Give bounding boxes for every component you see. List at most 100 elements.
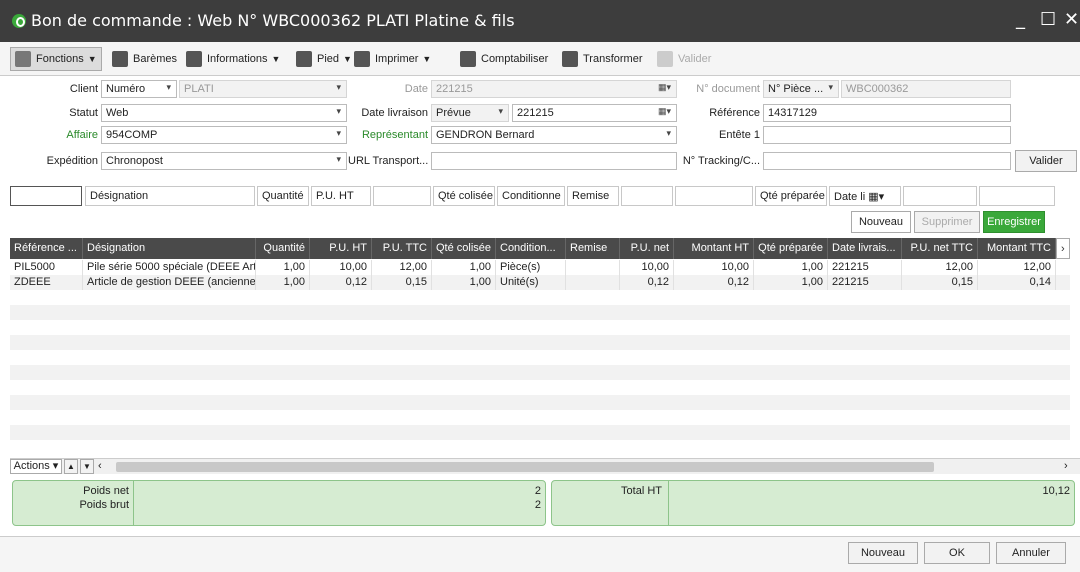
column-header[interactable]: Remise: [566, 238, 620, 259]
qte-preparee-entry-field[interactable]: Qté préparée: [755, 186, 827, 206]
column-header[interactable]: Condition...: [496, 238, 566, 259]
valider-toolbar-button[interactable]: Valider: [657, 47, 711, 71]
comptabiliser-button[interactable]: Comptabiliser: [460, 47, 548, 71]
client-code-select[interactable]: PLATI ▾: [179, 80, 347, 98]
expedition-select[interactable]: Chronopost ▾: [101, 152, 347, 170]
pu-ht-entry-label: P.U. HT: [316, 190, 354, 202]
actions-menu[interactable]: Actions ▾: [10, 459, 62, 474]
pu-net-entry-field[interactable]: [621, 186, 673, 206]
representant-label[interactable]: Représentant: [348, 129, 428, 141]
scroll-right-icon[interactable]: ›: [1064, 460, 1068, 472]
transformer-button[interactable]: Transformer: [562, 47, 643, 71]
table-row[interactable]: PIL5000 Pile série 5000 spéciale (DEEE A…: [10, 260, 1070, 275]
column-header[interactable]: P.U. HT: [310, 238, 372, 259]
baremes-button[interactable]: Barèmes: [112, 47, 177, 71]
move-down-icon[interactable]: ▼: [80, 459, 94, 474]
cell-pu-net-ttc: 12,00: [902, 260, 978, 275]
pied-menu[interactable]: Pied ▼: [296, 47, 352, 71]
n-document-field[interactable]: WBC000362: [841, 80, 1011, 98]
page-icon: [296, 51, 312, 67]
empty-row: [10, 410, 1070, 425]
supprimer-line-button[interactable]: Supprimer: [914, 211, 980, 233]
window-title: Bon de commande : Web N° WBC000362 PLATI…: [31, 11, 515, 30]
representant-select[interactable]: GENDRON Bernard ▾: [431, 126, 677, 144]
cell-designation: Article de gestion DEEE (ancienne...: [83, 275, 256, 290]
cell-date-livraison: 221215: [828, 275, 902, 290]
pu-net-ttc-entry-field[interactable]: [903, 186, 977, 206]
affaire-select[interactable]: 954COMP ▾: [101, 126, 347, 144]
app-logo-icon: [12, 14, 26, 28]
qte-colisee-entry-field[interactable]: Qté colisée: [433, 186, 495, 206]
imprimer-menu[interactable]: Imprimer ▼: [354, 47, 431, 71]
date-livraison-value: 221215: [517, 107, 554, 119]
representant-value: GENDRON Bernard: [436, 129, 535, 141]
baremes-label: Barèmes: [133, 53, 178, 65]
cell-reference: ZDEEE: [10, 275, 83, 290]
table-row[interactable]: ZDEEE Article de gestion DEEE (ancienne.…: [10, 275, 1070, 290]
n-document-type-select[interactable]: N° Pièce ... ▾: [763, 80, 839, 98]
pu-ht-entry-field[interactable]: P.U. HT: [311, 186, 371, 206]
statut-label: Statut: [69, 107, 98, 119]
valider-button[interactable]: Valider: [1015, 150, 1077, 172]
scroll-left-icon[interactable]: ‹: [98, 460, 102, 472]
client-type-select[interactable]: Numéro ▾: [101, 80, 177, 98]
date-li-entry-field[interactable]: Date li ▦▾: [829, 186, 901, 206]
informations-menu[interactable]: Informations ▼: [186, 47, 280, 71]
scroll-right-icon[interactable]: ›: [1056, 238, 1070, 259]
column-header[interactable]: P.U. net: [620, 238, 674, 259]
ok-button[interactable]: OK: [924, 542, 990, 564]
reference-entry-field[interactable]: [10, 186, 82, 206]
empty-row: [10, 365, 1070, 380]
lock-icon: [657, 51, 673, 67]
remise-entry-field[interactable]: Remise: [567, 186, 619, 206]
montant-ttc-entry-field[interactable]: [979, 186, 1055, 206]
maximize-button[interactable]: ☐: [1040, 9, 1056, 30]
move-up-icon[interactable]: ▲: [64, 459, 78, 474]
statut-select[interactable]: Web ▾: [101, 104, 347, 122]
date-field[interactable]: 221215 ▦▾: [431, 80, 677, 98]
close-button[interactable]: ✕: [1064, 9, 1079, 30]
totals-area: Poids net Poids brut 2 2 Total HT 10,12: [10, 477, 1080, 527]
affaire-label[interactable]: Affaire: [8, 129, 98, 141]
tracking-field[interactable]: [763, 152, 1011, 170]
chevron-down-icon: ▾: [336, 106, 341, 116]
tracking-label: N° Tracking/C...: [682, 155, 760, 167]
quantite-entry-field[interactable]: Quantité: [257, 186, 309, 206]
column-header[interactable]: Désignation: [83, 238, 256, 259]
column-header[interactable]: P.U. TTC: [372, 238, 432, 259]
designation-entry-field[interactable]: Désignation: [85, 186, 255, 206]
cell-remise: [566, 275, 620, 290]
designation-entry-label: Désignation: [90, 190, 149, 202]
column-header[interactable]: Quantité: [256, 238, 310, 259]
montant-ht-entry-field[interactable]: [675, 186, 753, 206]
column-header[interactable]: P.U. net TTC: [902, 238, 978, 259]
enregistrer-line-button[interactable]: Enregistrer: [983, 211, 1045, 233]
entete-1-field[interactable]: [763, 126, 1011, 144]
column-header[interactable]: Qté préparée: [754, 238, 828, 259]
fonctions-menu[interactable]: Fonctions ▼: [10, 47, 102, 71]
cell-pu-net: 0,12: [620, 275, 674, 290]
horizontal-scrollbar[interactable]: [116, 462, 934, 472]
pu-ttc-entry-field[interactable]: [373, 186, 431, 206]
chevron-down-icon: ▾: [498, 106, 503, 116]
empty-row: [10, 440, 1070, 455]
comptabiliser-label: Comptabiliser: [481, 53, 549, 65]
empty-row: [10, 425, 1070, 440]
remise-entry-label: Remise: [572, 190, 610, 202]
annuler-button[interactable]: Annuler: [996, 542, 1066, 564]
conditionne-entry-field[interactable]: Conditionne: [497, 186, 565, 206]
date-livraison-field[interactable]: 221215 ▦▾: [512, 104, 677, 122]
reference-field[interactable]: 14317129: [763, 104, 1011, 122]
date-livraison-type-select[interactable]: Prévue ▾: [431, 104, 509, 122]
column-header[interactable]: Date livrais...: [828, 238, 902, 259]
column-header[interactable]: Référence ...: [10, 238, 83, 259]
nouveau-button[interactable]: Nouveau: [848, 542, 918, 564]
column-header[interactable]: Montant TTC: [978, 238, 1056, 259]
cell-date-livraison: 221215: [828, 260, 902, 275]
column-header[interactable]: Montant HT: [674, 238, 754, 259]
column-header[interactable]: Qté colisée: [432, 238, 496, 259]
nouveau-line-button[interactable]: Nouveau: [851, 211, 911, 233]
url-transport-field[interactable]: [431, 152, 677, 170]
fonctions-label: Fonctions: [36, 53, 84, 65]
minimize-button[interactable]: _: [1016, 9, 1025, 30]
